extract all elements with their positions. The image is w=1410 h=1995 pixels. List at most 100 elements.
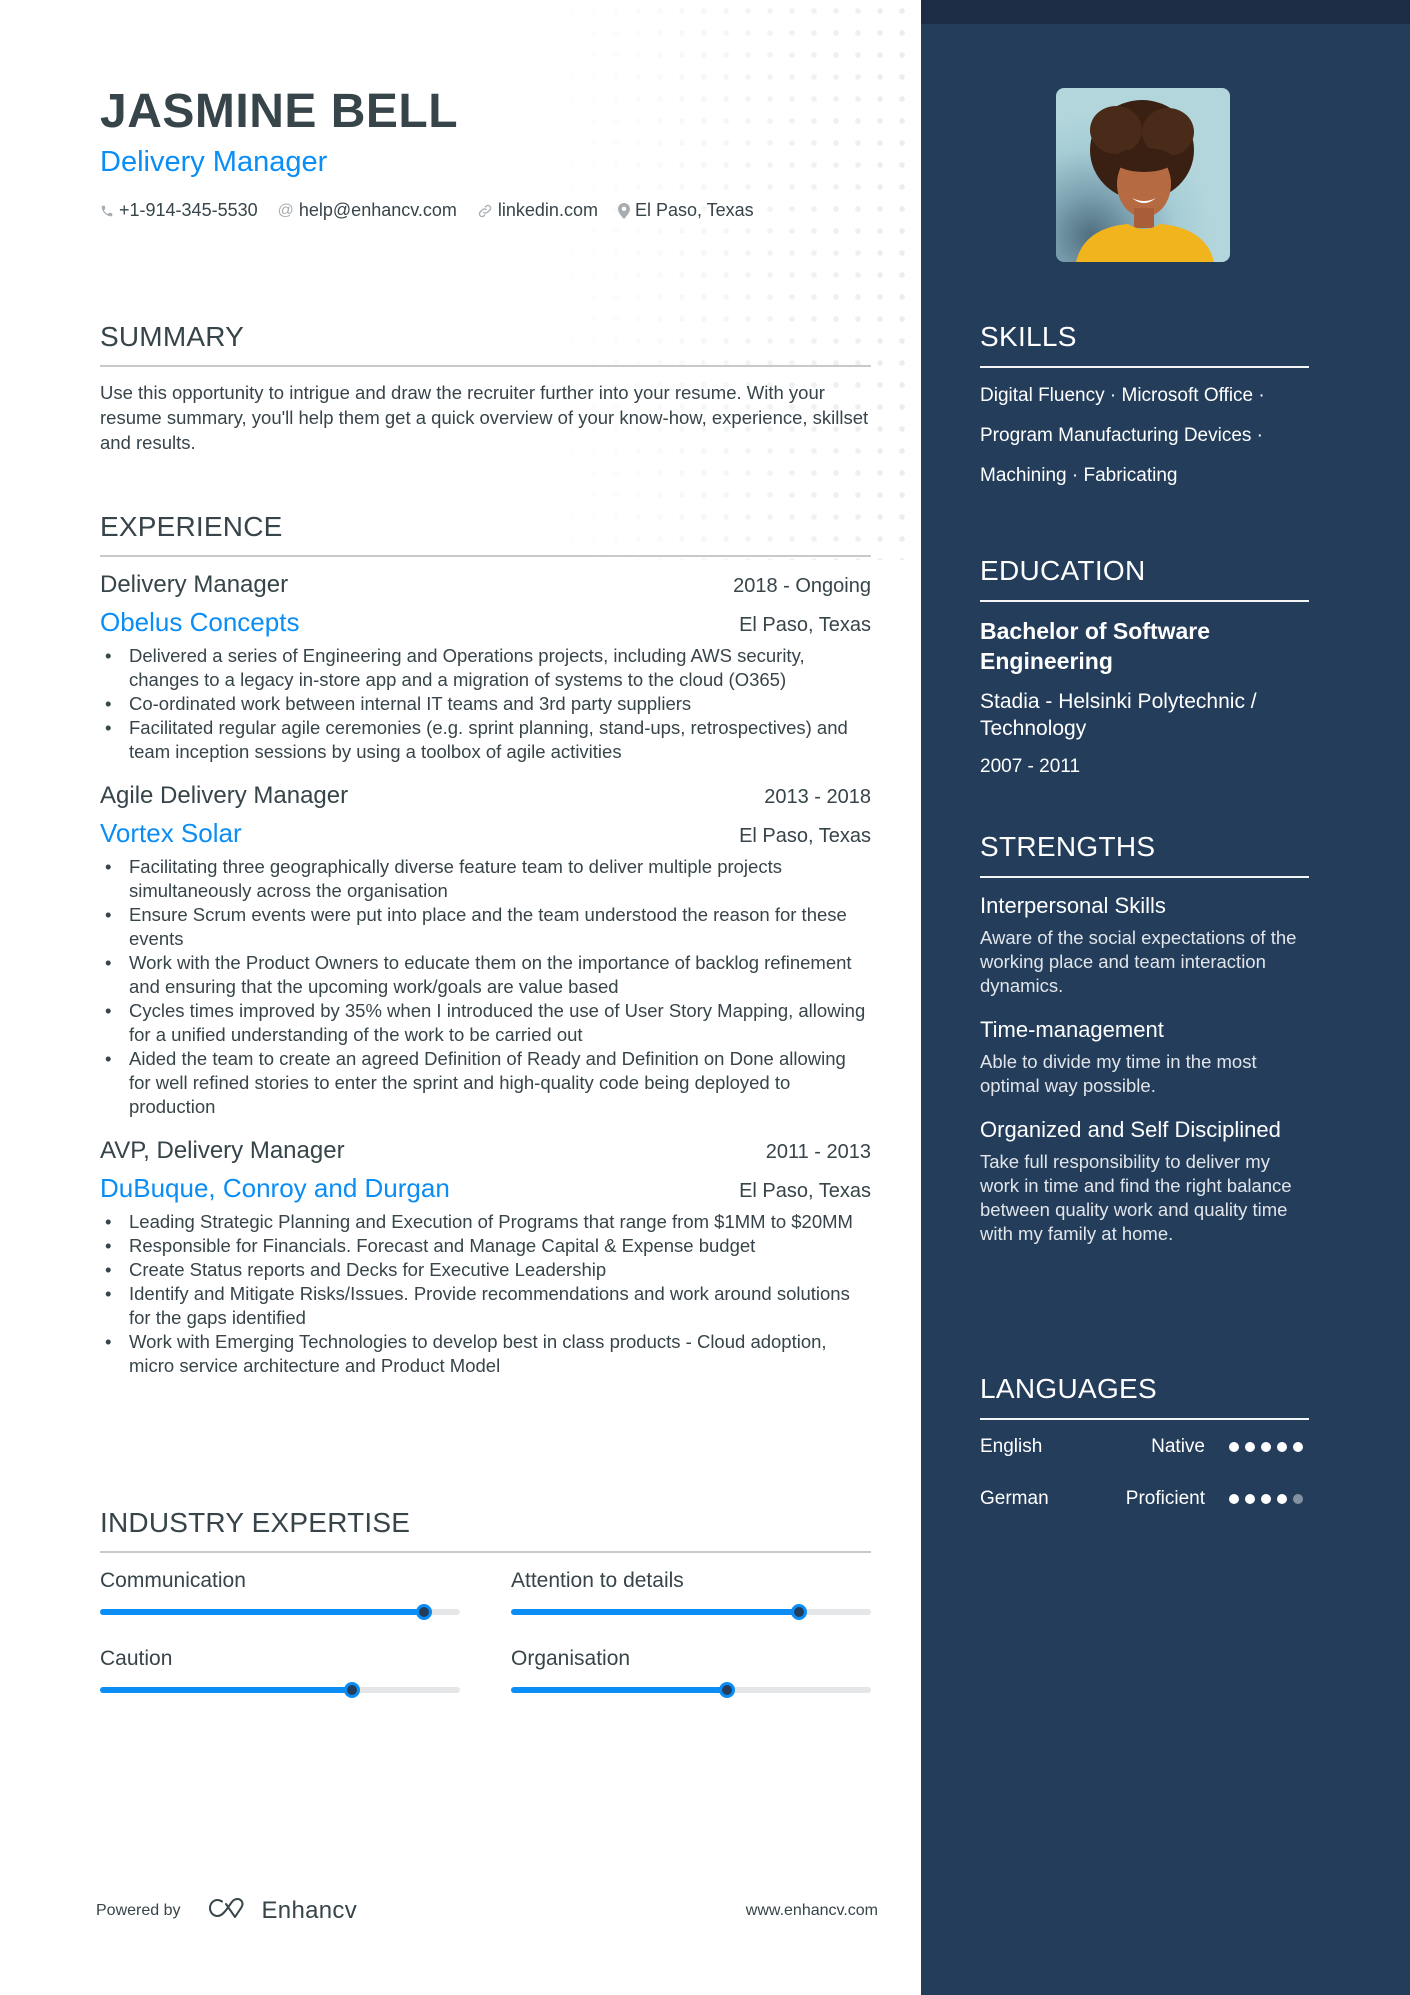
- language-item: German Proficient: [980, 1486, 1309, 1512]
- contact-row: +1-914-345-5530 @ help@enhancv.com linke…: [100, 200, 880, 221]
- location-pin-icon: [617, 202, 630, 219]
- job-company: Obelus Concepts: [100, 607, 300, 637]
- job-role: Delivery Manager: [100, 571, 289, 598]
- slider-knob: [344, 1682, 360, 1698]
- phone-number[interactable]: +1-914-345-5530: [119, 200, 258, 221]
- skills-list: Digital Fluency · Microsoft Office · Pro…: [980, 376, 1309, 496]
- job-bullet: Facilitating three geographically divers…: [100, 855, 871, 903]
- sidebar-top-band: [921, 0, 1410, 24]
- rating-dot-filled: [1277, 1494, 1287, 1504]
- job-bullet: Co-ordinated work between internal IT te…: [100, 692, 871, 716]
- footer: Powered by Enhancv www.enhancv.com: [96, 1896, 878, 1925]
- job-dates: 2018 - Ongoing: [733, 575, 871, 597]
- experience-heading: EXPERIENCE: [100, 511, 283, 542]
- language-name: English: [980, 1436, 1043, 1457]
- job-bullets: Leading Strategic Planning and Execution…: [100, 1210, 871, 1378]
- strength-item: Time-management Able to divide my time i…: [980, 1016, 1309, 1098]
- language-level: Native: [1151, 1436, 1205, 1457]
- strengths-section: STRENGTHS Interpersonal Skills Aware of …: [980, 830, 1309, 1246]
- strength-item: Organized and Self Disciplined Take full…: [980, 1116, 1309, 1246]
- job-role: Agile Delivery Manager: [100, 782, 349, 809]
- strength-title: Interpersonal Skills: [980, 893, 1166, 918]
- job-company: DuBuque, Conroy and Durgan: [100, 1173, 450, 1203]
- rating-dot-filled: [1261, 1442, 1271, 1452]
- phone-icon: [100, 203, 114, 219]
- rating-dot-filled: [1245, 1494, 1255, 1504]
- job-entry: AVP, Delivery Manager 2011 - 2013 DuBuqu…: [100, 1135, 871, 1378]
- education-dates: 2007 - 2011: [980, 756, 1081, 777]
- job-entry: Agile Delivery Manager 2013 - 2018 Vorte…: [100, 780, 871, 1119]
- summary-heading: SUMMARY: [100, 321, 245, 352]
- job-bullet: Cycles times improved by 35% when I intr…: [100, 999, 871, 1047]
- at-icon: @: [277, 201, 294, 219]
- skills-line: Program Manufacturing Devices ·: [980, 425, 1263, 446]
- skills-heading: SKILLS: [980, 321, 1077, 352]
- contact-phone: +1-914-345-5530: [100, 200, 258, 221]
- expertise-slider: [511, 1604, 871, 1620]
- expertise-item: Caution: [100, 1645, 460, 1698]
- rating-dot-filled: [1277, 1442, 1287, 1452]
- slider-knob: [719, 1682, 735, 1698]
- job-bullet: Create Status reports and Decks for Exec…: [100, 1258, 871, 1282]
- job-location: El Paso, Texas: [739, 1180, 871, 1202]
- strength-description: Able to divide my time in the most optim…: [980, 1051, 1257, 1096]
- job-bullet: Identify and Mitigate Risks/Issues. Prov…: [100, 1282, 871, 1330]
- email-address[interactable]: help@enhancv.com: [299, 200, 457, 221]
- link-icon: [477, 203, 493, 219]
- section-divider: [100, 1551, 871, 1553]
- language-item: English Native: [980, 1434, 1309, 1460]
- slider-fill: [100, 1609, 424, 1615]
- job-bullet: Leading Strategic Planning and Execution…: [100, 1210, 871, 1234]
- expertise-label: Caution: [100, 1647, 173, 1670]
- location-text: El Paso, Texas: [634, 200, 754, 220]
- section-divider: [980, 366, 1309, 368]
- expertise-slider: [100, 1604, 460, 1620]
- expertise-slider: [100, 1682, 460, 1698]
- job-dates: 2011 - 2013: [765, 1141, 871, 1163]
- job-bullet: Ensure Scrum events were put into place …: [100, 903, 871, 951]
- expertise-heading: INDUSTRY EXPERTISE: [100, 1507, 411, 1538]
- job-role: AVP, Delivery Manager: [100, 1137, 345, 1164]
- skills-line: Digital Fluency · Microsoft Office ·: [980, 385, 1265, 406]
- summary-text: Use this opportunity to intrigue and dra…: [100, 382, 869, 453]
- footer-url[interactable]: www.enhancv.com: [746, 1902, 878, 1920]
- section-divider: [100, 555, 871, 557]
- strength-item: Interpersonal Skills Aware of the social…: [980, 892, 1309, 998]
- expertise-label: Communication: [100, 1569, 246, 1592]
- slider-fill: [511, 1687, 727, 1693]
- slider-knob: [791, 1604, 807, 1620]
- job-bullets: Facilitating three geographically divers…: [100, 855, 871, 1119]
- rating-dot-filled: [1229, 1442, 1239, 1452]
- language-rating: [1229, 1442, 1309, 1452]
- strengths-heading: STRENGTHS: [980, 831, 1156, 862]
- powered-by: Powered by Enhancv: [96, 1896, 357, 1925]
- rating-dot-empty: [1293, 1494, 1303, 1504]
- language-rating: [1229, 1494, 1309, 1504]
- job-location: El Paso, Texas: [739, 614, 871, 636]
- strength-description: Take full responsibility to deliver my w…: [980, 1151, 1292, 1244]
- section-divider: [980, 1418, 1309, 1420]
- linkedin-link[interactable]: linkedin.com: [498, 200, 598, 221]
- expertise-label: Attention to details: [511, 1569, 684, 1592]
- enhancv-logo-icon: [208, 1896, 256, 1925]
- summary-section: SUMMARY Use this opportunity to intrigue…: [100, 320, 871, 455]
- job-bullet: Facilitated regular agile ceremonies (e.…: [100, 716, 871, 764]
- rating-dot-filled: [1293, 1442, 1303, 1452]
- powered-by-label: Powered by: [96, 1901, 181, 1919]
- job-dates: 2013 - 2018: [764, 786, 871, 808]
- enhancv-brand[interactable]: Enhancv: [208, 1896, 358, 1925]
- language-level: Proficient: [1125, 1488, 1205, 1509]
- slider-fill: [100, 1687, 352, 1693]
- education-degree: Bachelor of Software Engineering: [980, 618, 1211, 674]
- rating-dot-filled: [1245, 1442, 1255, 1452]
- strength-description: Aware of the social expectations of the …: [980, 927, 1297, 996]
- job-location: El Paso, Texas: [739, 825, 871, 847]
- skills-section: SKILLS Digital Fluency · Microsoft Offic…: [980, 320, 1309, 496]
- section-divider: [980, 876, 1309, 878]
- slider-fill: [511, 1609, 799, 1615]
- rating-dot-filled: [1261, 1494, 1271, 1504]
- job-company: Vortex Solar: [100, 818, 242, 848]
- candidate-title: Delivery Manager: [100, 146, 328, 178]
- contact-linkedin: linkedin.com: [477, 200, 598, 221]
- expertise-item: Attention to details: [511, 1567, 871, 1620]
